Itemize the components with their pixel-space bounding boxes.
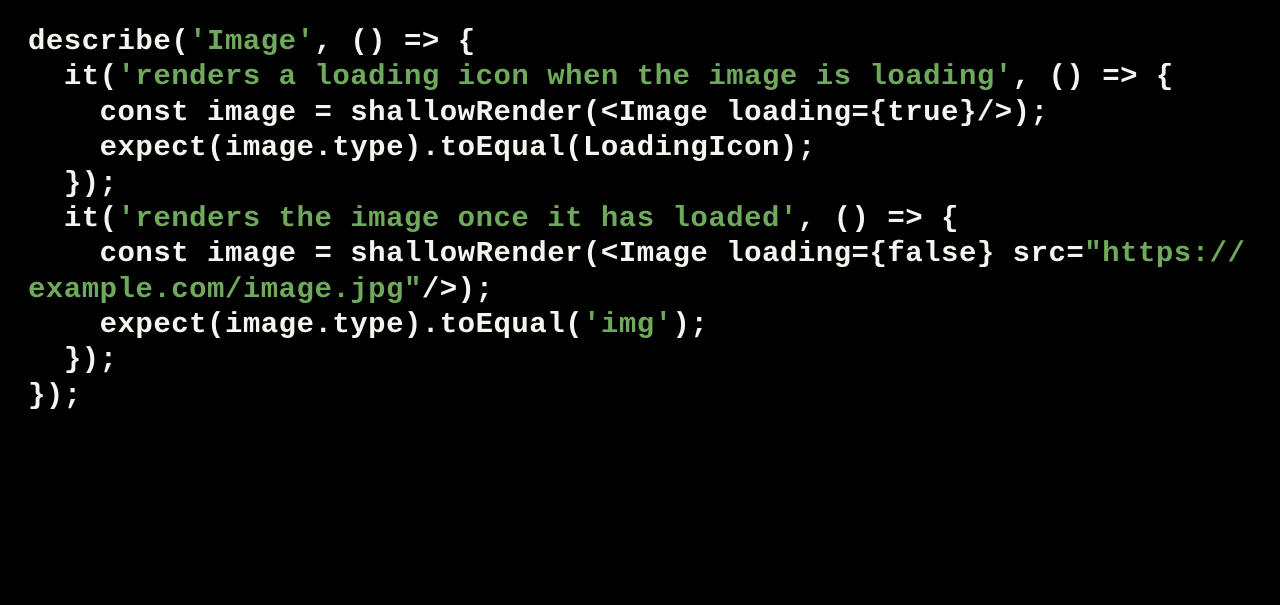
code-token: expect(image.type).toEqual(LoadingIcon);	[28, 131, 816, 164]
code-token: });	[28, 343, 118, 376]
code-token: it(	[28, 202, 118, 235]
code-token: 'Image'	[189, 25, 314, 58]
code-token: it(	[28, 60, 118, 93]
code-token: , () => {	[798, 202, 959, 235]
code-token: 'renders the image once it has loaded'	[118, 202, 798, 235]
code-token: const image = shallowRender(<Image loadi…	[28, 96, 1048, 129]
code-token: });	[28, 167, 118, 200]
code-token: , () => {	[1013, 60, 1174, 93]
code-token: const image = shallowRender(<Image loadi…	[28, 237, 1084, 270]
code-token: });	[28, 379, 82, 412]
code-token: 'img'	[583, 308, 673, 341]
code-token: , () => {	[314, 25, 475, 58]
code-block: describe('Image', () => { it('renders a …	[0, 0, 1280, 437]
code-token: 'renders a loading icon when the image i…	[118, 60, 1013, 93]
code-token: expect(image.type).toEqual(	[28, 308, 583, 341]
code-token: />);	[422, 273, 494, 306]
code-token: describe(	[28, 25, 189, 58]
code-token: );	[673, 308, 709, 341]
